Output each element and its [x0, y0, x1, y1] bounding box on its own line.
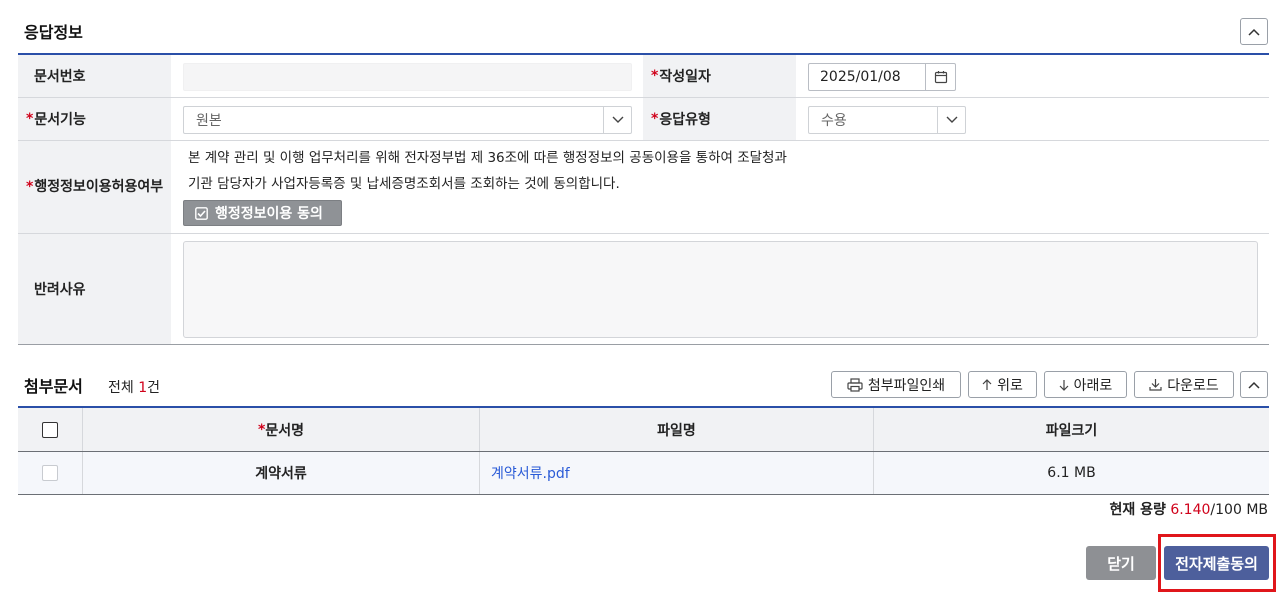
write-date-label: * 작성일자 — [643, 55, 796, 97]
select-all-checkbox[interactable] — [42, 421, 58, 438]
attachments-total-count: 1 — [138, 380, 148, 396]
electronic-submit-consent-button[interactable]: 전자제출동의 — [1164, 546, 1269, 580]
arrow-down-icon — [1059, 379, 1069, 391]
move-down-button[interactable]: 아래로 — [1044, 371, 1127, 398]
attachments-section-title: 첨부문서 — [24, 377, 83, 396]
response-collapse-button[interactable] — [1240, 18, 1268, 45]
write-date-field[interactable]: 2025/01/08 — [808, 63, 956, 91]
download-icon — [1149, 379, 1162, 391]
chevron-down-icon — [937, 107, 965, 133]
reject-reason-label: 반려사유 — [18, 234, 171, 344]
doc-number-label: 문서번호 — [18, 55, 171, 97]
download-button[interactable]: 다운로드 — [1134, 371, 1234, 398]
doc-function-label: * 문서기능 — [18, 98, 171, 140]
response-type-value: 수용 — [821, 113, 847, 129]
col-header-doc-name: * 문서명 — [83, 408, 480, 451]
row-select-cell — [18, 452, 83, 494]
row-file-size: 6.1 MB — [1047, 465, 1096, 481]
row-file-link[interactable]: 계약서류.pdf — [480, 452, 874, 494]
consent-text-line1: 본 계약 관리 및 이행 업무처리를 위해 전자정부법 제 36조에 따른 행정… — [188, 150, 787, 166]
close-button[interactable]: 닫기 — [1086, 546, 1156, 580]
chevron-up-icon — [1248, 381, 1260, 389]
move-up-button[interactable]: 위로 — [968, 371, 1037, 398]
doc-function-value: 원본 — [196, 113, 222, 129]
arrow-up-icon — [982, 378, 992, 390]
form-row-reject-reason: 반려사유 — [18, 234, 1269, 345]
row-doc-name: 계약서류 — [83, 452, 480, 494]
admin-consent-label: *행정정보이용허용여부 — [18, 141, 171, 233]
attachments-collapse-button[interactable] — [1240, 371, 1268, 398]
form-row-admin-consent: *행정정보이용허용여부 본 계약 관리 및 이행 업무처리를 위해 전자정부법 … — [18, 141, 1269, 234]
doc-number-field[interactable] — [183, 63, 632, 91]
write-date-value: 2025/01/08 — [820, 69, 901, 85]
attachments-grid-header: * 문서명 파일명 파일크기 — [18, 408, 1269, 452]
response-type-select[interactable]: 수용 — [808, 106, 966, 134]
col-header-file-size: 파일크기 — [1045, 422, 1098, 439]
row-checkbox[interactable] — [42, 465, 58, 481]
select-all-cell — [18, 408, 83, 451]
checkbox-checked-icon — [195, 206, 208, 220]
table-row: 계약서류 계약서류.pdf 6.1 MB — [18, 452, 1269, 495]
capacity-current: 6.140 — [1170, 502, 1211, 518]
reject-reason-textarea[interactable] — [183, 241, 1258, 338]
capacity-indicator: 현재 용량 6.140/100 MB — [1109, 502, 1268, 518]
chevron-down-icon — [603, 107, 631, 133]
chevron-up-icon — [1248, 28, 1260, 36]
calendar-icon[interactable] — [925, 64, 955, 90]
admin-consent-button[interactable]: 행정정보이용 동의 — [183, 200, 342, 226]
col-header-file-name: 파일명 — [480, 408, 874, 451]
response-section-title: 응답정보 — [24, 23, 83, 42]
form-row-doc-function: * 문서기능 원본 * 응답유형 수용 — [18, 98, 1269, 141]
doc-function-select[interactable]: 원본 — [183, 106, 632, 134]
print-attachments-button[interactable]: 첨부파일인쇄 — [831, 371, 961, 398]
response-type-label: * 응답유형 — [643, 98, 796, 140]
form-row-doc-number: 문서번호 * 작성일자 2025/01/08 — [18, 55, 1269, 98]
printer-icon — [847, 377, 863, 392]
consent-text-line2: 기관 담당자가 사업자등록증 및 납세증명조회서를 조회하는 것에 동의합니다. — [188, 176, 620, 192]
attachments-total: 전체 1건 — [108, 380, 161, 396]
